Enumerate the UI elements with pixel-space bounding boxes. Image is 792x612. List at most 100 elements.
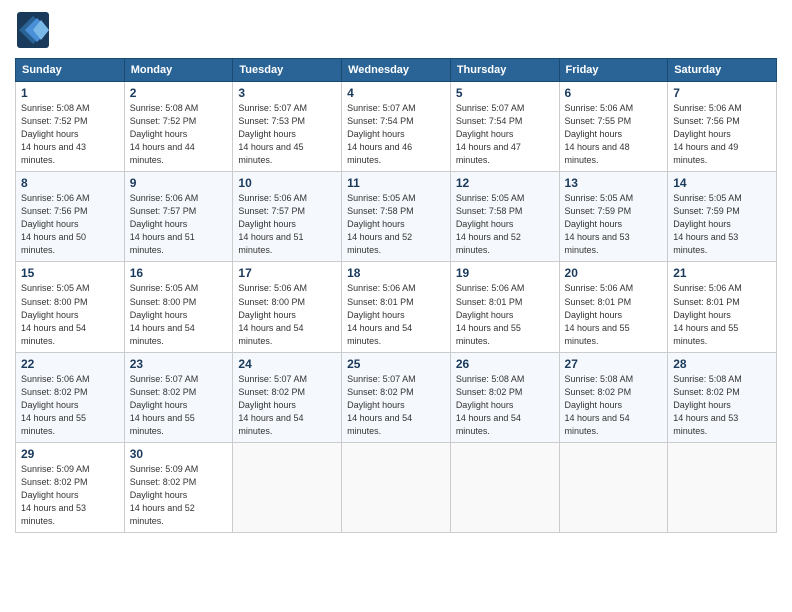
daylight-label: Daylight hours <box>21 400 79 410</box>
day-number: 3 <box>238 86 336 100</box>
logo-icon <box>15 10 51 50</box>
daylight-value: 14 hours and 46 minutes. <box>347 142 412 165</box>
day-info: Sunrise: 5:06 AM Sunset: 8:01 PM Dayligh… <box>347 282 445 347</box>
sunrise-label: Sunrise: <box>21 103 57 113</box>
sunset-time: 8:02 PM <box>380 387 414 397</box>
daylight-label: Daylight hours <box>456 400 514 410</box>
calendar-cell <box>559 442 668 532</box>
sunset-time: 8:02 PM <box>598 387 632 397</box>
daylight-value: 14 hours and 54 minutes. <box>347 413 412 436</box>
calendar-cell: 17 Sunrise: 5:06 AM Sunset: 8:00 PM Dayl… <box>233 262 342 352</box>
day-number: 28 <box>673 357 771 371</box>
daylight-label: Daylight hours <box>347 129 405 139</box>
sunrise-time: 5:05 AM <box>165 283 198 293</box>
sunrise-label: Sunrise: <box>130 283 166 293</box>
day-info: Sunrise: 5:08 AM Sunset: 7:52 PM Dayligh… <box>21 102 119 167</box>
sunset-time: 7:59 PM <box>706 206 740 216</box>
day-info: Sunrise: 5:06 AM Sunset: 7:56 PM Dayligh… <box>673 102 771 167</box>
daylight-label: Daylight hours <box>565 129 623 139</box>
sunrise-label: Sunrise: <box>565 193 601 203</box>
sunrise-time: 5:09 AM <box>165 464 198 474</box>
sunset-time: 7:53 PM <box>271 116 305 126</box>
sunset-time: 8:02 PM <box>271 387 305 397</box>
sunset-time: 7:52 PM <box>163 116 197 126</box>
calendar-cell <box>342 442 451 532</box>
daylight-label: Daylight hours <box>21 219 79 229</box>
day-info: Sunrise: 5:05 AM Sunset: 7:58 PM Dayligh… <box>347 192 445 257</box>
sunrise-time: 5:08 AM <box>165 103 198 113</box>
day-number: 10 <box>238 176 336 190</box>
col-friday: Friday <box>559 59 668 82</box>
daylight-label: Daylight hours <box>347 400 405 410</box>
sunset-label: Sunset: <box>565 387 598 397</box>
sunset-time: 8:01 PM <box>380 297 414 307</box>
daylight-label: Daylight hours <box>21 129 79 139</box>
daylight-value: 14 hours and 53 minutes. <box>673 232 738 255</box>
calendar-cell: 2 Sunrise: 5:08 AM Sunset: 7:52 PM Dayli… <box>124 82 233 172</box>
page: Sunday Monday Tuesday Wednesday Thursday… <box>0 0 792 612</box>
sunrise-label: Sunrise: <box>456 374 492 384</box>
sunset-time: 7:55 PM <box>598 116 632 126</box>
day-number: 12 <box>456 176 554 190</box>
calendar-cell: 10 Sunrise: 5:06 AM Sunset: 7:57 PM Dayl… <box>233 172 342 262</box>
daylight-label: Daylight hours <box>565 219 623 229</box>
daylight-label: Daylight hours <box>456 129 514 139</box>
daylight-label: Daylight hours <box>456 310 514 320</box>
daylight-value: 14 hours and 48 minutes. <box>565 142 630 165</box>
day-number: 26 <box>456 357 554 371</box>
sunset-label: Sunset: <box>130 116 163 126</box>
sunset-time: 8:02 PM <box>163 477 197 487</box>
day-number: 15 <box>21 266 119 280</box>
sunset-time: 8:00 PM <box>54 297 88 307</box>
day-info: Sunrise: 5:05 AM Sunset: 7:58 PM Dayligh… <box>456 192 554 257</box>
daylight-label: Daylight hours <box>347 310 405 320</box>
day-info: Sunrise: 5:07 AM Sunset: 7:53 PM Dayligh… <box>238 102 336 167</box>
sunset-label: Sunset: <box>238 387 271 397</box>
daylight-label: Daylight hours <box>21 310 79 320</box>
day-number: 25 <box>347 357 445 371</box>
sunrise-time: 5:05 AM <box>491 193 524 203</box>
col-sunday: Sunday <box>16 59 125 82</box>
sunrise-label: Sunrise: <box>347 103 383 113</box>
sunrise-label: Sunrise: <box>456 103 492 113</box>
daylight-value: 14 hours and 54 minutes. <box>456 413 521 436</box>
day-number: 13 <box>565 176 663 190</box>
daylight-value: 14 hours and 54 minutes. <box>21 323 86 346</box>
sunset-time: 7:58 PM <box>489 206 523 216</box>
day-info: Sunrise: 5:06 AM Sunset: 8:00 PM Dayligh… <box>238 282 336 347</box>
day-number: 6 <box>565 86 663 100</box>
day-info: Sunrise: 5:07 AM Sunset: 7:54 PM Dayligh… <box>456 102 554 167</box>
calendar-cell: 30 Sunrise: 5:09 AM Sunset: 8:02 PM Dayl… <box>124 442 233 532</box>
calendar-cell: 27 Sunrise: 5:08 AM Sunset: 8:02 PM Dayl… <box>559 352 668 442</box>
day-number: 17 <box>238 266 336 280</box>
calendar-cell <box>233 442 342 532</box>
sunrise-label: Sunrise: <box>21 283 57 293</box>
day-info: Sunrise: 5:06 AM Sunset: 7:56 PM Dayligh… <box>21 192 119 257</box>
day-info: Sunrise: 5:05 AM Sunset: 8:00 PM Dayligh… <box>21 282 119 347</box>
day-info: Sunrise: 5:06 AM Sunset: 8:01 PM Dayligh… <box>456 282 554 347</box>
sunrise-time: 5:07 AM <box>383 374 416 384</box>
sunset-label: Sunset: <box>347 206 380 216</box>
day-number: 21 <box>673 266 771 280</box>
calendar-cell: 23 Sunrise: 5:07 AM Sunset: 8:02 PM Dayl… <box>124 352 233 442</box>
daylight-label: Daylight hours <box>130 490 188 500</box>
col-tuesday: Tuesday <box>233 59 342 82</box>
sunrise-time: 5:06 AM <box>57 193 90 203</box>
sunrise-time: 5:05 AM <box>600 193 633 203</box>
day-info: Sunrise: 5:06 AM Sunset: 8:01 PM Dayligh… <box>565 282 663 347</box>
sunset-label: Sunset: <box>456 387 489 397</box>
sunset-label: Sunset: <box>21 206 54 216</box>
sunrise-label: Sunrise: <box>130 464 166 474</box>
sunrise-time: 5:05 AM <box>709 193 742 203</box>
sunset-label: Sunset: <box>456 206 489 216</box>
day-number: 16 <box>130 266 228 280</box>
sunrise-label: Sunrise: <box>673 103 709 113</box>
daylight-label: Daylight hours <box>673 310 731 320</box>
daylight-label: Daylight hours <box>130 129 188 139</box>
sunrise-time: 5:09 AM <box>57 464 90 474</box>
sunset-time: 7:59 PM <box>598 206 632 216</box>
calendar-cell: 28 Sunrise: 5:08 AM Sunset: 8:02 PM Dayl… <box>668 352 777 442</box>
sunrise-label: Sunrise: <box>21 374 57 384</box>
daylight-value: 14 hours and 55 minutes. <box>130 413 195 436</box>
sunrise-time: 5:06 AM <box>491 283 524 293</box>
